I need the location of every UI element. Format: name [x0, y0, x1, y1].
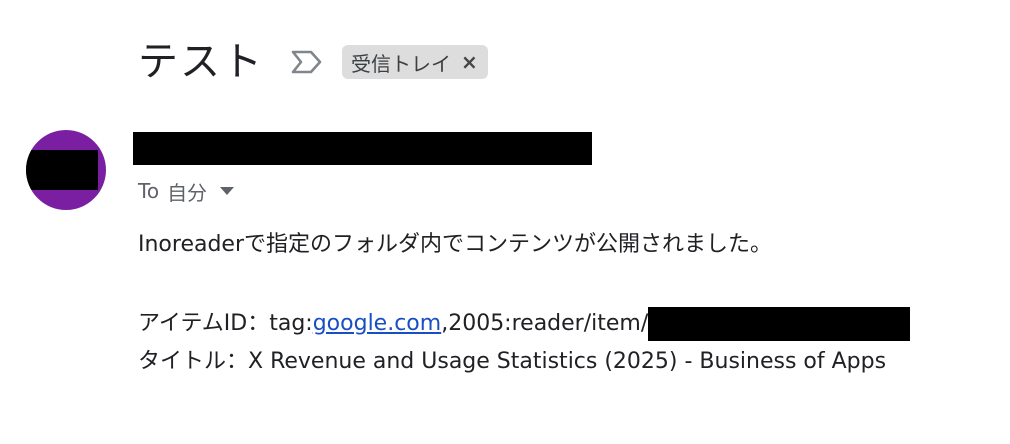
body-intro-line: Inoreaderで指定のフォルダ内でコンテンツが公開されました。	[138, 232, 773, 257]
caret-down-icon[interactable]	[219, 183, 235, 199]
avatar-redaction	[26, 150, 98, 190]
subject-row: テスト 受信トレイ ×	[138, 32, 488, 92]
to-label: To	[138, 179, 160, 203]
item-id-suffix: ,2005:reader/item/	[441, 311, 649, 336]
label-chip-text: 受信トレイ	[351, 51, 451, 76]
sender-name-redaction	[133, 132, 592, 165]
recipient-name: 自分	[167, 180, 208, 205]
recipient-row: To 自分	[138, 176, 235, 206]
body-item-id-line: アイテムID：tag: google.com ,2005:reader/item/	[138, 307, 911, 341]
sender-avatar[interactable]	[26, 130, 106, 210]
importance-marker-icon[interactable]	[290, 48, 324, 76]
inbox-label-chip[interactable]: 受信トレイ ×	[342, 45, 488, 79]
body-title-line: タイトル：X Revenue and Usage Statistics (202…	[138, 349, 887, 374]
item-id-link[interactable]: google.com	[313, 309, 441, 339]
remove-label-button[interactable]: ×	[461, 52, 478, 72]
item-id-label: アイテムID：tag:	[138, 311, 313, 336]
item-id-redaction	[648, 307, 911, 341]
email-subject: テスト	[138, 39, 264, 85]
